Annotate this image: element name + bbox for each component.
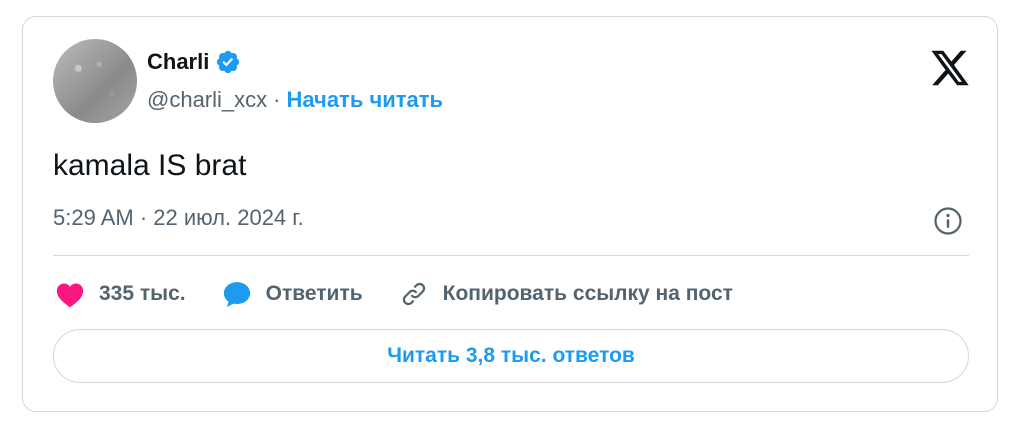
- avatar[interactable]: [53, 39, 137, 123]
- link-icon: [399, 279, 429, 309]
- author-handle[interactable]: @charli_xcx: [147, 87, 267, 113]
- tweet-text: kamala IS brat: [53, 149, 247, 182]
- reply-button[interactable]: Ответить: [222, 280, 363, 308]
- reply-label: Ответить: [265, 282, 363, 305]
- author-name[interactable]: Charli: [147, 49, 209, 75]
- tweet-card: Charli @charli_xcx · Начать читать kamal…: [22, 16, 998, 412]
- heart-icon: [55, 280, 85, 308]
- tweet-timestamp[interactable]: 5:29 AM · 22 июл. 2024 г.: [53, 205, 304, 231]
- author-handle-row: @charli_xcx · Начать читать: [147, 87, 443, 113]
- info-icon[interactable]: [933, 206, 963, 236]
- verified-badge-icon: [215, 49, 241, 75]
- copy-link-label: Копировать ссылку на пост: [442, 282, 733, 305]
- reply-bubble-icon: [222, 280, 252, 308]
- read-replies-button[interactable]: Читать 3,8 тыс. ответов: [53, 329, 969, 383]
- like-button[interactable]: 335 тыс.: [55, 280, 186, 308]
- divider: [53, 255, 969, 256]
- author-name-row: Charli: [147, 49, 241, 75]
- copy-link-button[interactable]: Копировать ссылку на пост: [399, 279, 733, 309]
- x-logo-icon[interactable]: [929, 49, 971, 87]
- follow-button[interactable]: Начать читать: [286, 87, 443, 113]
- like-count: 335 тыс.: [99, 282, 186, 305]
- separator-dot: ·: [273, 87, 281, 112]
- action-bar: 335 тыс. Ответить Копировать ссылку на п…: [55, 279, 769, 309]
